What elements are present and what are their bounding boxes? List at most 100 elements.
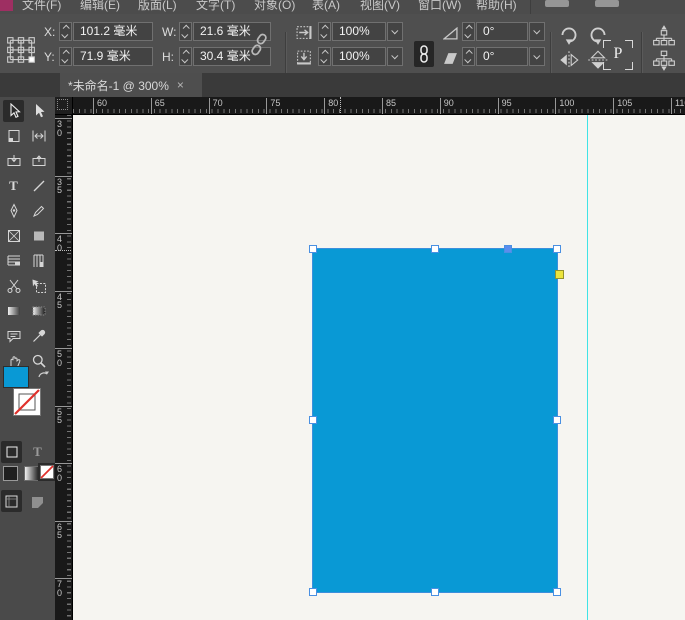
none-slash-icon xyxy=(40,465,54,479)
document-tab-bar: *未命名-1 @ 300% × xyxy=(0,73,685,97)
document-tab-title: *未命名-1 @ 300% xyxy=(68,77,169,94)
select-previous-object-button[interactable] xyxy=(652,24,676,46)
selection-handle[interactable] xyxy=(431,588,439,596)
selection-handle[interactable] xyxy=(553,245,561,253)
selection-handle[interactable] xyxy=(309,245,317,253)
selected-rectangle-frame[interactable] xyxy=(313,249,557,592)
scale-x-dropdown[interactable] xyxy=(387,22,403,41)
content-placer-tool[interactable] xyxy=(28,150,49,172)
eyedropper-tool[interactable] xyxy=(28,325,49,347)
scale-y-input[interactable]: 100% xyxy=(332,47,386,66)
rotation-input[interactable]: 0° xyxy=(476,22,528,41)
menu-window[interactable]: 窗口(W) xyxy=(418,0,461,13)
apply-gradient-button[interactable] xyxy=(24,466,39,481)
step-down-icon[interactable] xyxy=(181,31,188,38)
step-down-icon[interactable] xyxy=(181,56,188,63)
live-corner-widget[interactable] xyxy=(555,270,564,279)
cursor-position-marker xyxy=(55,250,73,251)
menu-file[interactable]: 文件(F) xyxy=(22,0,61,13)
apply-color-button[interactable] xyxy=(3,466,18,481)
selection-handle[interactable] xyxy=(309,416,317,424)
link-scales-button[interactable] xyxy=(414,41,434,67)
content-collector-tool[interactable] xyxy=(3,150,24,172)
swap-fill-stroke-icon[interactable] xyxy=(36,368,50,382)
y-input[interactable]: 71.9 毫米 xyxy=(73,47,153,66)
step-down-icon[interactable] xyxy=(61,56,68,63)
selection-handle[interactable] xyxy=(309,588,317,596)
formatting-affects-text-button[interactable]: T xyxy=(27,441,48,463)
document-tab[interactable]: *未命名-1 @ 300% × xyxy=(60,73,202,97)
tab-close-icon[interactable]: × xyxy=(177,79,184,91)
note-icon xyxy=(6,328,22,344)
flip-horizontal-button[interactable] xyxy=(557,50,581,70)
shear-input[interactable]: 0° xyxy=(476,47,528,66)
reference-point-proxy[interactable] xyxy=(6,35,36,67)
selection-handle[interactable] xyxy=(553,416,561,424)
pen-tool[interactable] xyxy=(3,200,24,222)
rotate-90-cw-button[interactable] xyxy=(557,24,581,46)
menu-help[interactable]: 帮助(H) xyxy=(476,0,517,13)
menu-type[interactable]: 文字(T) xyxy=(196,0,235,13)
ruler-guide[interactable] xyxy=(587,115,588,620)
menu-edit[interactable]: 编辑(E) xyxy=(80,0,120,13)
shear-dropdown[interactable] xyxy=(529,47,545,66)
step-down-icon[interactable] xyxy=(320,31,327,38)
document-canvas[interactable] xyxy=(73,115,685,620)
step-down-icon[interactable] xyxy=(464,56,471,63)
shear-stepper[interactable] xyxy=(462,47,475,66)
formatting-affects-container-button[interactable] xyxy=(1,441,22,463)
gradient-feather-tool[interactable] xyxy=(28,300,49,322)
gap-tool[interactable] xyxy=(28,125,49,147)
line-tool[interactable] xyxy=(28,175,49,197)
step-down-icon[interactable] xyxy=(61,31,68,38)
scale-x-stepper[interactable] xyxy=(318,22,331,41)
scale-x-input[interactable]: 100% xyxy=(332,22,386,41)
menu-table[interactable]: 表(A) xyxy=(312,0,340,13)
apply-none-button[interactable] xyxy=(38,463,56,481)
fill-color-swatch[interactable] xyxy=(3,366,29,388)
horizontal-ruler[interactable]: 6065707580859095100105110 xyxy=(73,97,685,115)
vertical-ruler[interactable]: 3 03 54 04 55 05 56 06 57 0 xyxy=(55,115,73,620)
select-next-object-button[interactable] xyxy=(652,50,676,72)
normal-view-mode-button[interactable] xyxy=(1,490,22,512)
scale-y-stepper[interactable] xyxy=(318,47,331,66)
selection-handle[interactable] xyxy=(553,588,561,596)
pencil-tool[interactable] xyxy=(28,200,49,222)
x-input[interactable]: 101.2 毫米 xyxy=(73,22,153,41)
selection-handle[interactable] xyxy=(431,245,439,253)
w-stepper[interactable] xyxy=(179,22,192,41)
selection-tool[interactable] xyxy=(3,100,24,122)
ruler-label: 60 xyxy=(93,98,107,114)
menu-view[interactable]: 视图(V) xyxy=(360,0,400,13)
active-selection-handle[interactable] xyxy=(504,245,512,253)
free-transform-tool[interactable] xyxy=(28,275,49,297)
stroke-none-swatch[interactable] xyxy=(13,388,41,416)
gradient-swatch-tool[interactable] xyxy=(3,300,24,322)
origin-marker-icon xyxy=(57,99,68,110)
menubar-control-fragment[interactable] xyxy=(595,0,619,7)
rotation-stepper[interactable] xyxy=(462,22,475,41)
horizontal-grid-tool[interactable] xyxy=(3,250,24,272)
scale-y-dropdown[interactable] xyxy=(387,47,403,66)
step-down-icon[interactable] xyxy=(464,31,471,38)
h-stepper[interactable] xyxy=(179,47,192,66)
type-tool[interactable]: T xyxy=(3,175,24,197)
note-tool[interactable] xyxy=(3,325,24,347)
vertical-grid-tool[interactable] xyxy=(28,250,49,272)
page-tool[interactable] xyxy=(3,125,24,147)
frame-tool[interactable] xyxy=(3,225,24,247)
ruler-origin-box[interactable] xyxy=(55,97,73,115)
menu-layout[interactable]: 版面(L) xyxy=(138,0,177,13)
preview-mode-button[interactable] xyxy=(27,491,48,513)
direct-selection-tool[interactable] xyxy=(28,100,49,122)
rectangle-tool[interactable] xyxy=(28,225,49,247)
y-stepper[interactable] xyxy=(59,47,72,66)
constrain-dimensions-broken-link-icon[interactable] xyxy=(248,32,270,58)
menubar-control-fragment[interactable] xyxy=(545,0,569,7)
scissors-tool[interactable] xyxy=(3,275,24,297)
step-down-icon[interactable] xyxy=(320,56,327,63)
rotation-dropdown[interactable] xyxy=(529,22,545,41)
pen-nib-icon xyxy=(6,203,22,219)
x-stepper[interactable] xyxy=(59,22,72,41)
menu-object[interactable]: 对象(O) xyxy=(254,0,295,13)
